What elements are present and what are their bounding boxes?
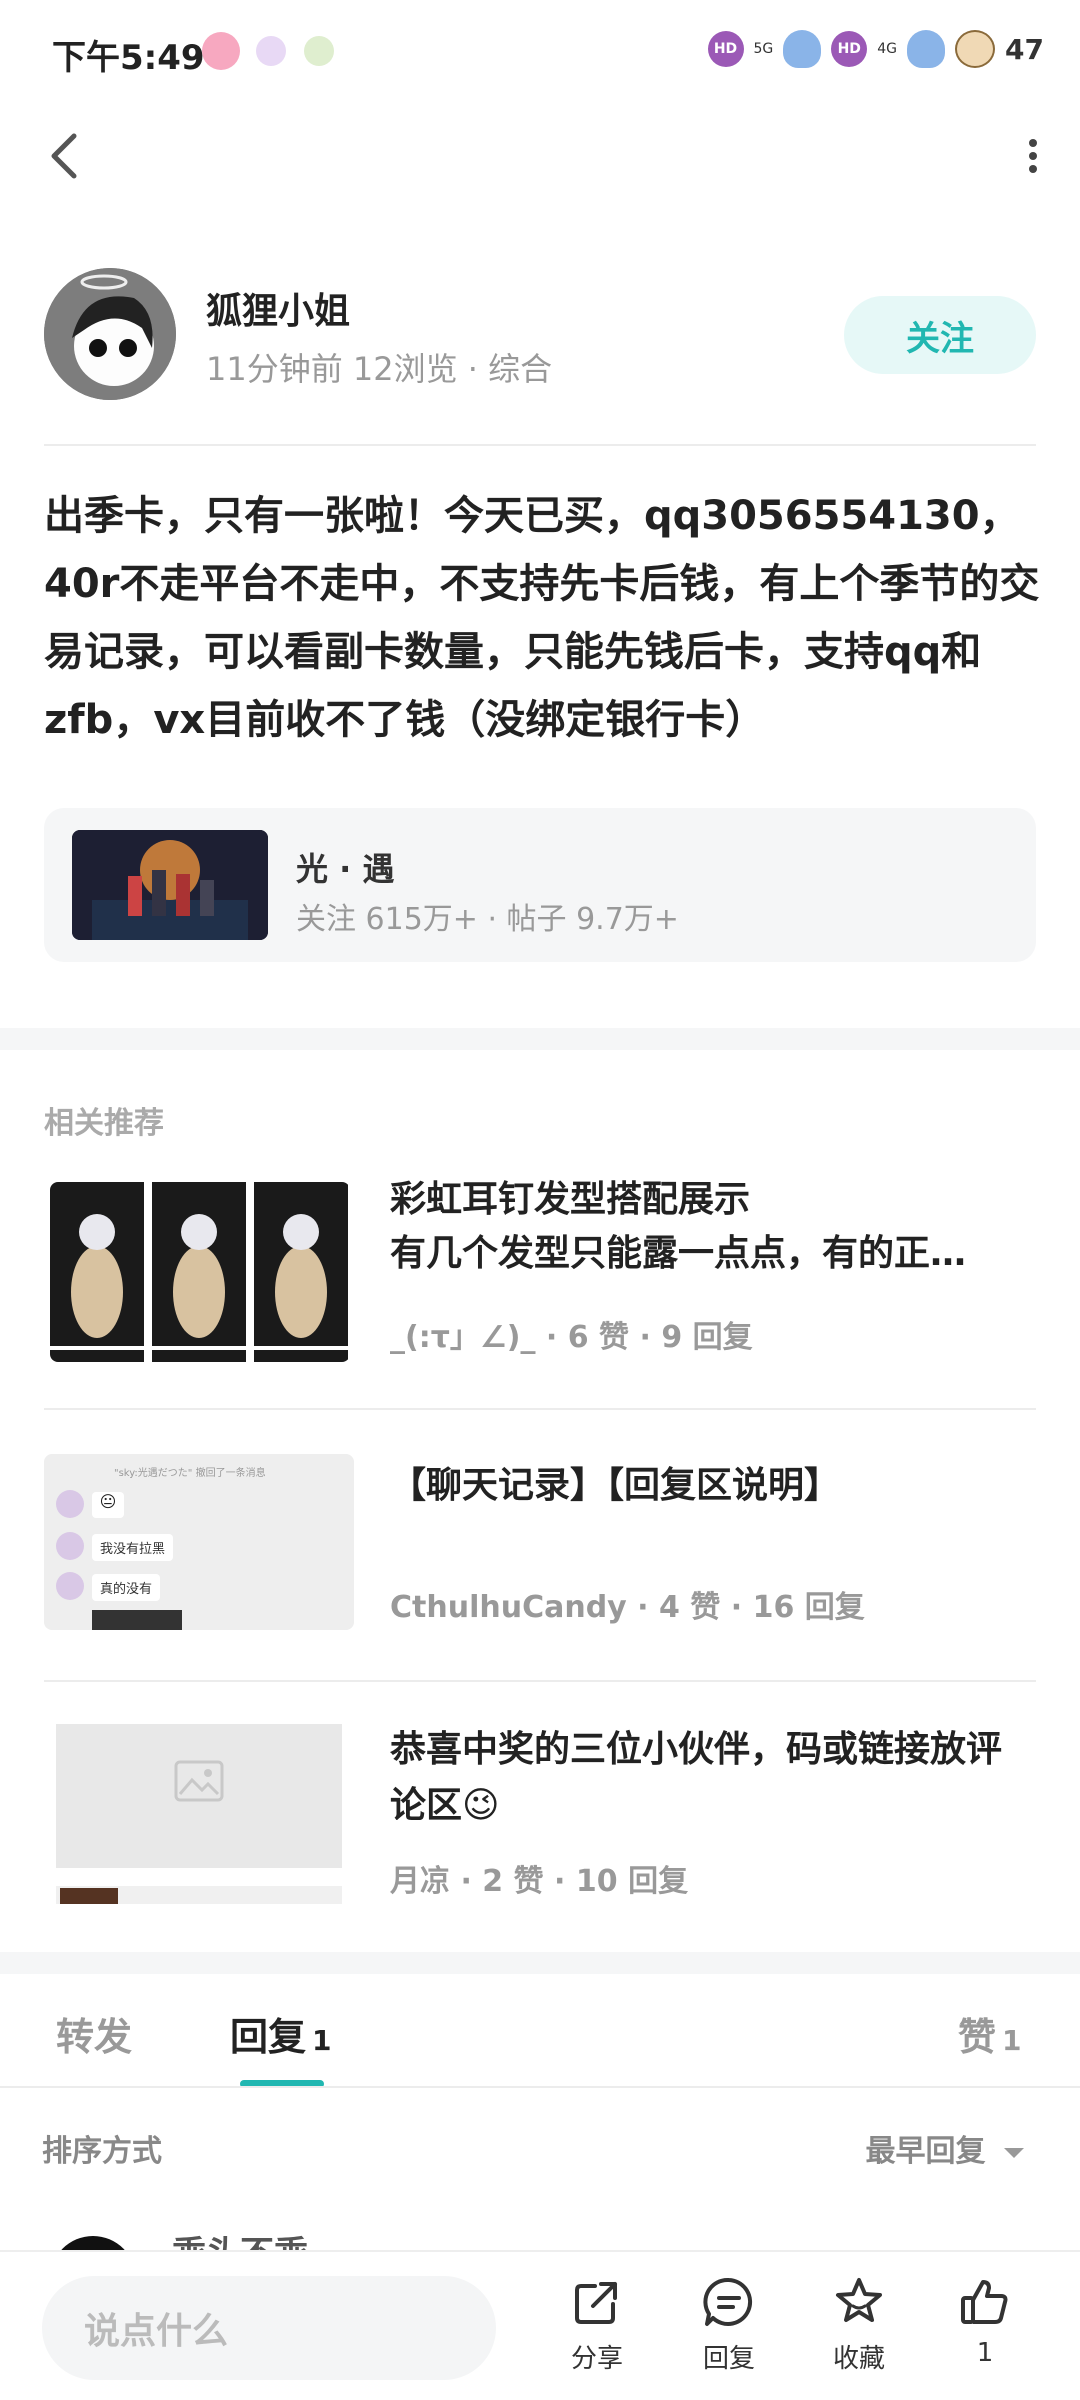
like-button[interactable]: 1 xyxy=(940,2274,1030,2368)
share-icon xyxy=(575,2282,617,2324)
more-options-icon[interactable] xyxy=(1026,138,1040,174)
recommend-thumbnail: "sky:光遇だつた" 撤回了一条消息 😐 我没有拉黑 真的没有 xyxy=(44,1454,354,1630)
chat-image xyxy=(92,1610,182,1630)
chat-bubble: 我没有拉黑 xyxy=(92,1534,174,1561)
status-indicators: HD 5G HD 4G 47 xyxy=(707,30,1044,68)
reply-label: 回复 xyxy=(702,2344,755,2374)
favorite-label: 收藏 xyxy=(832,2344,885,2374)
status-time: 下午5:49 xyxy=(52,38,205,78)
circle-card[interactable]: 光 · 遇 关注 615万+ · 帖子 9.7万+ xyxy=(44,808,1036,962)
thumbs-up-icon xyxy=(961,2280,1008,2324)
rice-icon xyxy=(304,36,334,66)
bunny-icon xyxy=(256,36,286,66)
reply-button[interactable]: 回复 xyxy=(684,2274,774,2375)
author-avatar[interactable] xyxy=(44,268,176,400)
follow-button[interactable]: 关注 xyxy=(844,296,1036,374)
sort-dropdown[interactable]: 最早回复 xyxy=(866,2126,1026,2170)
share-button[interactable]: 分享 xyxy=(552,2274,642,2375)
recommend-item[interactable]: 恭喜中奖的三位小伙伴，码或链接放评论区😉 月凉 · 2 赞 · 10 回复 xyxy=(44,1724,1036,1904)
sort-value: 最早回复 xyxy=(865,2134,986,2169)
bottom-action-bar: 说点什么 分享 回复 收藏 1 xyxy=(0,2250,1080,2400)
divider xyxy=(44,1680,1036,1682)
recommend-meta: CthulhuCandy · 4 赞 · 16 回复 xyxy=(390,1590,865,1625)
post-meta: 11分钟前 12浏览 · 综合 xyxy=(206,350,553,388)
recommend-item[interactable]: 彩虹耳钉发型搭配展示 有几个发型只能露一点点，有的正… _(:τ」∠)_ · 6… xyxy=(44,1179,1036,1362)
chat-avatar xyxy=(56,1490,84,1518)
post-body: 出季卡，只有一张啦！今天已买，qq3056554130，40r不走平台不走中，不… xyxy=(44,493,1040,743)
hd-icon-2: HD xyxy=(831,31,868,67)
thumb-chat-header: "sky:光遇だつた" 撤回了一条消息 xyxy=(114,1468,266,1479)
comment-icon xyxy=(703,2277,753,2326)
tab-reply-label: 回复 xyxy=(230,2015,307,2059)
network-4g: 4G xyxy=(877,41,898,57)
divider xyxy=(44,1408,1036,1410)
tab-like-count: 1 xyxy=(1002,2024,1022,2057)
circle-name: 光 · 遇 xyxy=(296,850,395,888)
signal-mushroom-icon-2 xyxy=(907,30,946,68)
hd-icon: HD xyxy=(707,31,744,67)
star-icon xyxy=(836,2278,882,2322)
divider xyxy=(0,2086,1080,2088)
recommend-title: 恭喜中奖的三位小伙伴，码或链接放评论区😉 xyxy=(390,1729,1003,1826)
tab-like[interactable]: 赞1 xyxy=(958,2006,1022,2061)
signal-mushroom-icon xyxy=(783,30,822,68)
chat-bubble: 真的没有 xyxy=(92,1574,161,1601)
share-label: 分享 xyxy=(570,2344,623,2374)
chevron-down-icon xyxy=(1004,2148,1024,2158)
chat-avatar xyxy=(56,1572,84,1600)
flower-icon xyxy=(202,32,240,70)
recommend-item[interactable]: "sky:光遇だつた" 撤回了一条消息 😐 我没有拉黑 真的没有 【聊天记录】【… xyxy=(44,1454,1036,1630)
tab-forward-label: 转发 xyxy=(56,2015,133,2059)
tab-forward[interactable]: 转发 xyxy=(56,2006,132,2061)
favorite-button[interactable]: 收藏 xyxy=(814,2274,904,2375)
author-name[interactable]: 狐狸小姐 xyxy=(206,282,350,334)
recommend-heading: 相关推荐 xyxy=(44,1106,164,1141)
section-separator xyxy=(0,1028,1080,1050)
like-count: 1 xyxy=(976,2338,994,2368)
status-bar: 下午5:49 HD 5G HD 4G 47 xyxy=(0,0,1080,100)
chat-avatar xyxy=(56,1532,84,1560)
recommend-thumbnail xyxy=(56,1724,342,1904)
image-strip xyxy=(56,1886,342,1904)
recommend-title: 彩虹耳钉发型搭配展示 xyxy=(390,1179,751,1220)
tab-like-label: 赞 xyxy=(958,2015,997,2059)
divider xyxy=(44,444,1036,446)
sort-label: 排序方式 xyxy=(42,2134,162,2169)
tab-reply-count: 1 xyxy=(312,2024,332,2057)
image-placeholder xyxy=(56,1724,342,1868)
comment-input[interactable]: 说点什么 xyxy=(42,2276,496,2380)
back-arrow-icon[interactable] xyxy=(44,128,84,184)
circle-stats: 关注 615万+ · 帖子 9.7万+ xyxy=(296,902,679,937)
battery-level: 47 xyxy=(1005,32,1044,66)
recommend-meta: 月凉 · 2 赞 · 10 回复 xyxy=(390,1864,689,1899)
recommend-subtitle: 有几个发型只能露一点点，有的正… xyxy=(390,1233,967,1274)
chat-bubble: 😐 xyxy=(92,1492,124,1518)
comment-tabs: 转发 回复 1 赞1 xyxy=(0,1970,1080,2090)
recommend-title: 【聊天记录】【回复区说明】 xyxy=(390,1465,841,1506)
tab-reply[interactable]: 回复 1 xyxy=(230,2006,332,2061)
recommend-meta: _(:τ」∠)_ · 6 赞 · 9 回复 xyxy=(390,1320,753,1355)
network-5g: 5G xyxy=(753,41,774,57)
recommend-thumbnail xyxy=(50,1182,350,1362)
circle-thumbnail xyxy=(72,830,268,940)
battery-cow-icon xyxy=(955,30,996,68)
image-placeholder-icon xyxy=(174,1760,224,1802)
